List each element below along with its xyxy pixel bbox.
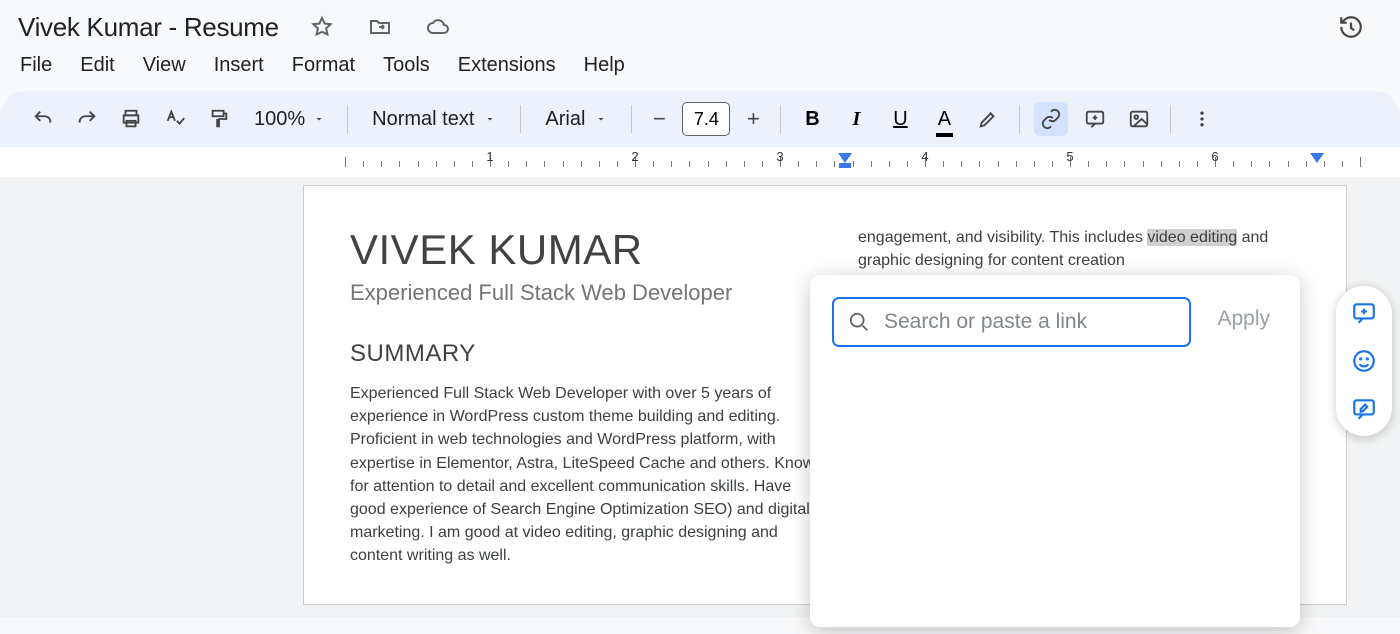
left-indent-marker[interactable] — [838, 153, 852, 163]
insert-link-popup: Apply — [810, 275, 1300, 627]
menubar: File Edit View Insert Format Tools Exten… — [0, 48, 1400, 91]
right-indent-marker[interactable] — [1310, 153, 1324, 163]
separator — [347, 105, 348, 133]
chevron-down-icon — [313, 113, 325, 125]
document-title[interactable]: Vivek Kumar - Resume — [18, 12, 279, 43]
star-icon[interactable] — [305, 10, 339, 44]
ruler[interactable]: 1 2 3 4 5 6 — [0, 147, 1400, 177]
suggest-edits-button[interactable] — [1351, 396, 1377, 422]
menu-help[interactable]: Help — [584, 54, 625, 77]
zoom-label: 100% — [254, 108, 305, 131]
add-comment-button[interactable] — [1078, 102, 1112, 136]
ruler-label: 1 — [486, 149, 493, 164]
highlight-color-button[interactable] — [971, 102, 1005, 136]
menu-extensions[interactable]: Extensions — [458, 54, 556, 77]
menu-tools[interactable]: Tools — [383, 54, 430, 77]
more-tools-button[interactable] — [1185, 102, 1219, 136]
add-comment-button[interactable] — [1351, 300, 1377, 326]
separator — [1019, 105, 1020, 133]
text-color-button[interactable]: A — [927, 102, 961, 136]
paragraph-style-select[interactable]: Normal text — [362, 108, 506, 131]
bold-button[interactable]: B — [795, 102, 829, 136]
underline-button[interactable]: U — [883, 102, 917, 136]
ruler-label: 2 — [631, 149, 638, 164]
apply-button[interactable]: Apply — [1209, 297, 1278, 341]
ruler-label: 5 — [1066, 149, 1073, 164]
link-input-container — [832, 297, 1191, 347]
menu-file[interactable]: File — [20, 54, 52, 77]
paint-format-button[interactable] — [202, 102, 236, 136]
font-family-label: Arial — [545, 108, 585, 131]
toolbar: 100% Normal text Arial − 7.4 + B I U A — [0, 91, 1400, 147]
move-folder-icon[interactable] — [363, 10, 397, 44]
zoom-select[interactable]: 100% — [246, 108, 333, 131]
separator — [1170, 105, 1171, 133]
menu-format[interactable]: Format — [292, 54, 355, 77]
font-size-increase-button[interactable]: + — [740, 106, 766, 132]
resume-name: VIVEK KUMAR — [350, 226, 830, 274]
resume-subtitle: Experienced Full Stack Web Developer — [350, 280, 830, 306]
insert-image-button[interactable] — [1122, 102, 1156, 136]
selected-text: video editing — [1147, 229, 1237, 246]
version-history-icon[interactable] — [1334, 10, 1368, 44]
experience-heading: EXPERIENCE — [350, 602, 830, 606]
undo-button[interactable] — [26, 102, 60, 136]
ruler-label: 4 — [921, 149, 928, 164]
ruler-label: 3 — [776, 149, 783, 164]
summary-text: Experienced Full Stack Web Developer wit… — [350, 382, 830, 568]
link-search-input[interactable] — [884, 310, 1175, 334]
cloud-status-icon[interactable] — [421, 10, 455, 44]
separator — [631, 105, 632, 133]
chevron-down-icon — [484, 113, 496, 125]
separator — [520, 105, 521, 133]
menu-view[interactable]: View — [143, 54, 186, 77]
insert-link-button[interactable] — [1034, 102, 1068, 136]
italic-button[interactable]: I — [839, 102, 873, 136]
search-icon — [848, 311, 870, 333]
spellcheck-button[interactable] — [158, 102, 192, 136]
separator — [780, 105, 781, 133]
ruler-label: 6 — [1211, 149, 1218, 164]
menu-edit[interactable]: Edit — [80, 54, 114, 77]
font-family-select[interactable]: Arial — [535, 108, 617, 131]
font-size-input[interactable]: 7.4 — [682, 102, 730, 136]
paragraph-style-label: Normal text — [372, 108, 474, 131]
print-button[interactable] — [114, 102, 148, 136]
font-size-decrease-button[interactable]: − — [646, 106, 672, 132]
summary-heading: SUMMARY — [350, 340, 830, 368]
redo-button[interactable] — [70, 102, 104, 136]
menu-insert[interactable]: Insert — [214, 54, 264, 77]
side-comment-tools — [1336, 286, 1392, 436]
emoji-reaction-button[interactable] — [1351, 348, 1377, 374]
chevron-down-icon — [595, 113, 607, 125]
